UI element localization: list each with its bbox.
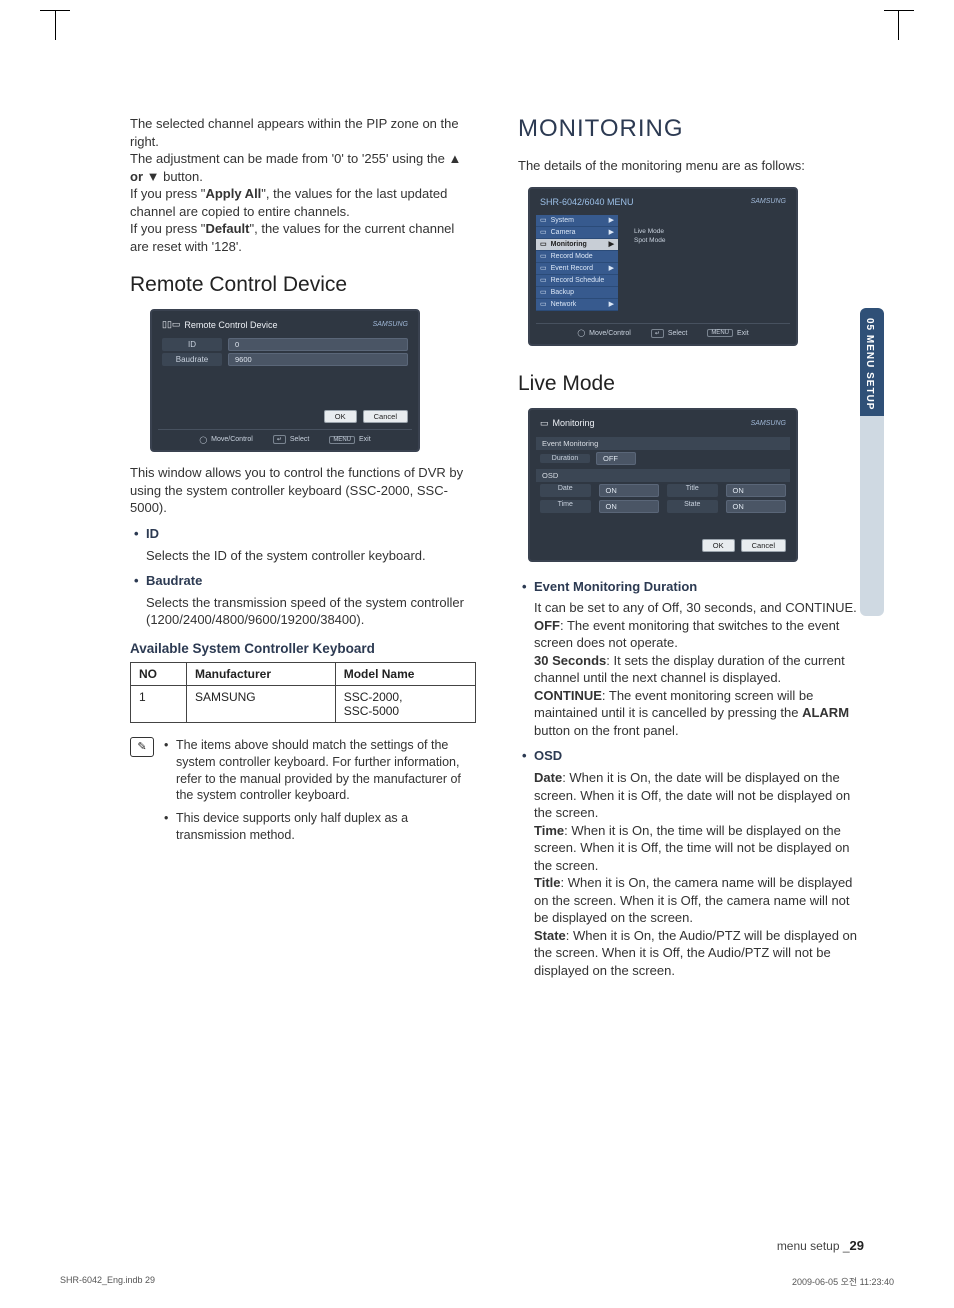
note-1: The items above should match the setting… — [164, 737, 476, 805]
ok-button[interactable]: OK — [702, 539, 735, 552]
submenu-live[interactable]: Live Mode — [632, 227, 667, 236]
baudrate-value[interactable]: 9600 — [228, 353, 408, 366]
live-ui-title: Monitoring — [553, 418, 595, 428]
enter-icon: ↵ — [651, 329, 664, 338]
menu-item-system[interactable]: ▭System▶ — [536, 215, 618, 227]
monitoring-intro: The details of the monitoring menu are a… — [518, 157, 864, 175]
side-tab-label: 05 MENU SETUP — [864, 318, 875, 410]
cancel-button[interactable]: Cancel — [363, 410, 408, 423]
baudrate-label: Baudrate — [162, 353, 222, 366]
move-icon: ◯ — [199, 436, 207, 444]
rcd-ui-title: Remote Control Device — [184, 320, 277, 330]
live-mode-heading: Live Mode — [518, 372, 864, 396]
duration-label: Duration — [540, 454, 590, 463]
menu-item-backup[interactable]: ▭Backup — [536, 287, 618, 299]
menu-key: MENU — [707, 329, 733, 337]
list-item: Event Monitoring Duration It can be set … — [518, 578, 864, 740]
live-mode-ui: ▭ Monitoring SAMSUNG Event Monitoring Du… — [528, 408, 798, 562]
submenu: Live Mode Spot Mode — [630, 225, 669, 247]
note-2: This device supports only half duplex as… — [164, 810, 476, 844]
menu-item-event-record[interactable]: ▭Event Record▶ — [536, 263, 618, 275]
rcd-desc: This window allows you to control the fu… — [130, 464, 476, 517]
item-id-desc: Selects the ID of the system controller … — [146, 547, 476, 565]
available-heading: Available System Controller Keyboard — [130, 641, 476, 656]
id-value[interactable]: 0 — [228, 338, 408, 351]
keyboard-table: NO Manufacturer Model Name 1 SAMSUNG SSC… — [130, 662, 476, 723]
duration-val[interactable]: OFF — [596, 452, 636, 465]
item-baudrate-title: Baudrate — [146, 572, 476, 590]
intro-p1: The selected channel appears within the … — [130, 115, 476, 150]
print-footer: SHR-6042_Eng.indb 29 2009-06-05 오전 11:23… — [60, 1275, 894, 1288]
menu-item-record-schedule[interactable]: ▭Record Schedule — [536, 275, 618, 287]
menu-key: MENU — [329, 436, 355, 444]
page-footer: menu setup _29 — [777, 1238, 864, 1253]
id-label: ID — [162, 338, 222, 351]
menu-item-camera[interactable]: ▭Camera▶ — [536, 227, 618, 239]
monitoring-menu-ui: SHR-6042/6040 MENU SAMSUNG ▭System▶ ▭Cam… — [528, 187, 798, 346]
remote-icon: ▯▯▭ — [162, 319, 180, 330]
osd-state-val[interactable]: ON — [726, 500, 787, 513]
left-column: The selected channel appears within the … — [130, 115, 476, 1248]
monitoring-heading: MONITORING — [518, 115, 864, 143]
list-item: ID Selects the ID of the system controll… — [130, 525, 476, 564]
monitor-icon: ▭ — [540, 418, 549, 429]
menu-ui-title: SHR-6042/6040 MENU — [540, 197, 634, 207]
ok-button[interactable]: OK — [324, 410, 357, 423]
section-event-monitoring: Event Monitoring — [536, 437, 790, 450]
remote-control-ui: ▯▯▭ Remote Control Device SAMSUNG ID 0 B… — [150, 309, 420, 452]
menu-item-monitoring[interactable]: ▭Monitoring▶ — [536, 239, 618, 251]
table-row: 1 SAMSUNG SSC-2000, SSC-5000 — [131, 685, 476, 722]
menu-item-network[interactable]: ▭Network▶ — [536, 299, 618, 311]
osd-time-val[interactable]: ON — [599, 500, 660, 513]
item-id-title: ID — [146, 525, 476, 543]
note-icon: ✎ — [130, 737, 154, 757]
osd-title-val[interactable]: ON — [726, 484, 787, 497]
intro-p4: If you press "Default", the values for t… — [130, 220, 476, 255]
right-column: MONITORING The details of the monitoring… — [518, 115, 864, 1248]
osd-date-val[interactable]: ON — [599, 484, 660, 497]
list-item: Baudrate Selects the transmission speed … — [130, 572, 476, 629]
item-baudrate-desc: Selects the transmission speed of the sy… — [146, 594, 476, 629]
intro-p2: The adjustment can be made from '0' to '… — [130, 150, 476, 185]
event-duration-title: Event Monitoring Duration — [534, 578, 864, 596]
brand-label: SAMSUNG — [373, 321, 408, 328]
osd-title: OSD — [534, 747, 864, 765]
menu-item-record-mode[interactable]: ▭Record Mode — [536, 251, 618, 263]
brand-label: SAMSUNG — [751, 420, 786, 427]
list-item: OSD Date: When it is On, the date will b… — [518, 747, 864, 979]
section-osd: OSD — [536, 469, 790, 482]
cancel-button[interactable]: Cancel — [741, 539, 786, 552]
submenu-spot[interactable]: Spot Mode — [632, 236, 667, 245]
intro-p3: If you press "Apply All", the values for… — [130, 185, 476, 220]
brand-label: SAMSUNG — [751, 198, 786, 205]
enter-icon: ↵ — [273, 435, 286, 444]
remote-control-heading: Remote Control Device — [130, 273, 476, 297]
move-icon: ◯ — [577, 329, 585, 337]
